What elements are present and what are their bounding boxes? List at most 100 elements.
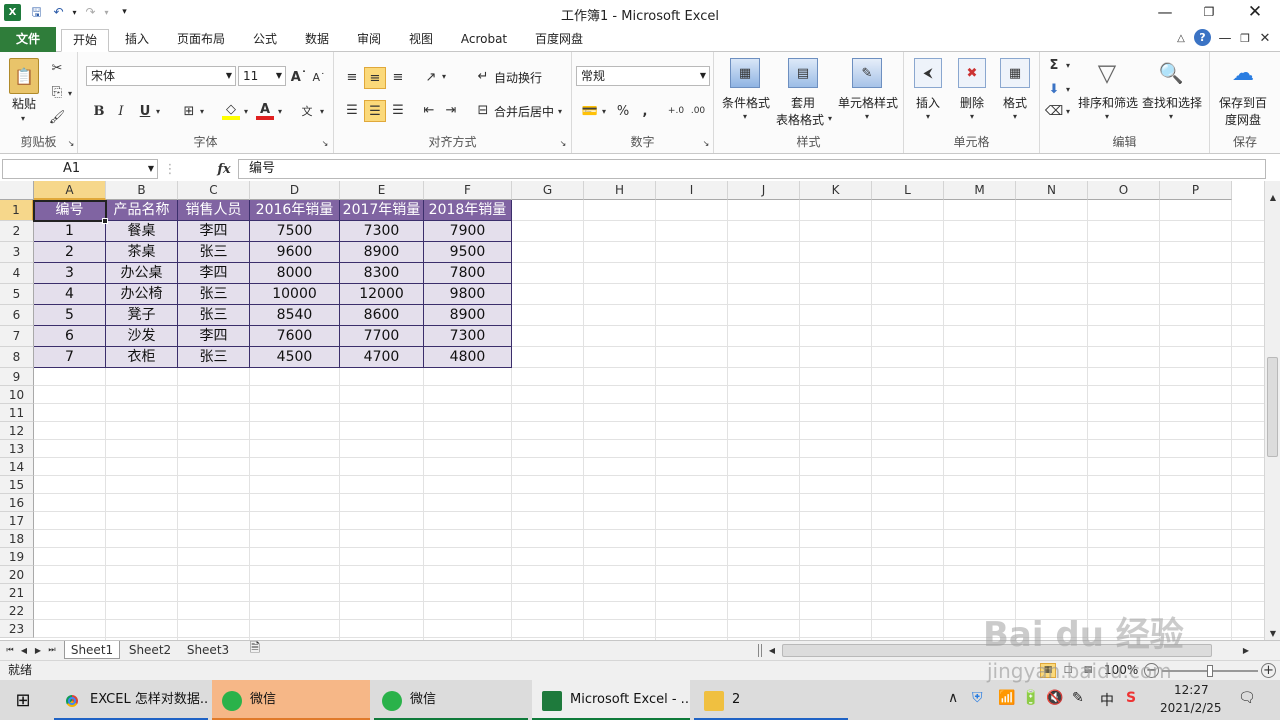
normal-view-icon[interactable]: ▦: [1040, 663, 1056, 678]
format-as-table-button-line1[interactable]: 套用: [784, 94, 822, 111]
row-header[interactable]: 7: [0, 326, 34, 347]
table-cell[interactable]: 9800: [424, 284, 512, 305]
table-cell[interactable]: 8600: [340, 305, 424, 326]
accounting-format-icon[interactable]: 💳: [580, 102, 600, 120]
cond-dropdown-icon[interactable]: ▾: [740, 110, 750, 122]
border-dropdown-icon[interactable]: ▾: [198, 104, 206, 118]
restore-button[interactable]: ❐: [1186, 0, 1232, 25]
format-dropdown-icon[interactable]: ▾: [1010, 110, 1020, 122]
font-name-select[interactable]: 宋体 ▼: [86, 66, 236, 86]
zoom-in-icon[interactable]: +: [1261, 663, 1276, 678]
table-cell[interactable]: 茶桌: [106, 242, 178, 263]
column-header[interactable]: O: [1088, 181, 1160, 200]
find-dropdown-icon[interactable]: ▾: [1166, 110, 1176, 122]
table-cell[interactable]: 10000: [250, 284, 340, 305]
sheet-tab-sheet1[interactable]: Sheet1: [64, 641, 120, 659]
sort-dropdown-icon[interactable]: ▾: [1102, 110, 1112, 122]
tab-data[interactable]: 数据: [296, 29, 338, 52]
column-header[interactable]: C: [178, 181, 250, 200]
sort-filter-icon[interactable]: ▽: [1092, 58, 1122, 88]
font-color-dropdown-icon[interactable]: ▾: [276, 104, 284, 118]
tab-page-layout[interactable]: 页面布局: [168, 29, 234, 52]
show-hidden-icons-icon[interactable]: ∧: [948, 690, 958, 706]
ribbon-minimize-icon[interactable]: △: [1174, 30, 1188, 46]
table-cell[interactable]: 餐桌: [106, 221, 178, 242]
table-cell[interactable]: 8000: [250, 263, 340, 284]
prev-sheet-icon[interactable]: ◀: [18, 643, 30, 657]
insert-dropdown-icon[interactable]: ▾: [923, 110, 933, 122]
shrink-font-icon[interactable]: A˙: [310, 68, 328, 86]
delete-cells-icon[interactable]: ✖: [958, 58, 986, 88]
name-box[interactable]: A1 ▼: [2, 159, 158, 179]
security-shield-icon[interactable]: ⛨: [972, 690, 983, 706]
row-header[interactable]: 4: [0, 263, 34, 284]
copy-icon[interactable]: ⎘: [49, 84, 65, 100]
first-sheet-icon[interactable]: ⏮: [4, 643, 16, 657]
table-cell[interactable]: 李四: [178, 326, 250, 347]
column-header[interactable]: L: [872, 181, 944, 200]
insert-cells-icon[interactable]: ⮜: [914, 58, 942, 88]
column-header[interactable]: J: [728, 181, 800, 200]
ime-indicator[interactable]: 中: [1100, 690, 1114, 710]
fill-dropdown-icon[interactable]: ▾: [1064, 82, 1072, 96]
paste-icon[interactable]: 📋: [9, 58, 39, 94]
taskbar-item-wechat-2[interactable]: 微信: [374, 680, 528, 720]
cut-icon[interactable]: ✂: [49, 60, 65, 76]
align-bottom-icon[interactable]: ≡: [388, 67, 408, 87]
row-header[interactable]: 22: [0, 602, 34, 620]
row-header[interactable]: 23: [0, 620, 34, 638]
table-cell[interactable]: 9600: [250, 242, 340, 263]
decrease-indent-icon[interactable]: ⇤: [420, 100, 438, 120]
cell-styles-button[interactable]: 单元格样式: [836, 94, 900, 111]
underline-icon[interactable]: U: [136, 102, 154, 120]
row-header[interactable]: 10: [0, 386, 34, 404]
tab-insert[interactable]: 插入: [115, 29, 159, 52]
align-left-icon[interactable]: ☰: [342, 100, 362, 120]
underline-dropdown-icon[interactable]: ▾: [154, 104, 162, 118]
table-header-cell[interactable]: 2018年销量: [424, 200, 512, 221]
delete-cells-button[interactable]: 删除: [954, 94, 990, 111]
scroll-up-icon[interactable]: ▲: [1266, 191, 1280, 203]
autosum-dropdown-icon[interactable]: ▾: [1064, 58, 1072, 72]
tab-review[interactable]: 审阅: [348, 29, 390, 52]
page-layout-view-icon[interactable]: □: [1060, 663, 1076, 678]
column-header[interactable]: G: [512, 181, 584, 200]
help-icon[interactable]: ?: [1194, 29, 1211, 46]
border-icon[interactable]: ⊞: [180, 102, 198, 120]
align-center-icon[interactable]: ☰: [364, 100, 386, 122]
format-cells-button[interactable]: 格式: [998, 94, 1032, 111]
column-header[interactable]: A: [34, 181, 106, 200]
fill-color-icon[interactable]: ◇: [222, 102, 240, 120]
row-header[interactable]: 1: [0, 200, 34, 221]
percent-icon[interactable]: %: [614, 102, 632, 120]
sheet-tab-sheet2[interactable]: Sheet2: [122, 641, 178, 659]
table-cell[interactable]: 7300: [424, 326, 512, 347]
fill-icon[interactable]: ⬇: [1046, 80, 1062, 98]
page-break-view-icon[interactable]: ▤: [1080, 663, 1096, 678]
sogou-icon[interactable]: S: [1126, 690, 1136, 706]
bold-icon[interactable]: B: [90, 102, 108, 120]
scroll-down-icon[interactable]: ▼: [1266, 627, 1280, 639]
italic-icon[interactable]: I: [112, 102, 130, 120]
zoom-slider-thumb[interactable]: [1207, 665, 1213, 677]
table-cell[interactable]: 2: [34, 242, 106, 263]
table-header-cell[interactable]: 销售人员: [178, 200, 250, 221]
increase-decimal-icon[interactable]: +.0: [666, 102, 686, 120]
format-painter-icon[interactable]: 🖌: [49, 109, 66, 125]
sort-filter-button[interactable]: 排序和筛选: [1076, 94, 1140, 111]
row-header[interactable]: 8: [0, 347, 34, 368]
table-cell[interactable]: 李四: [178, 221, 250, 242]
vertical-scrollbar[interactable]: ▲ ▼: [1264, 181, 1280, 640]
insert-sheet-icon[interactable]: 🗎: [244, 641, 266, 658]
table-cell[interactable]: 7700: [340, 326, 424, 347]
table-cell[interactable]: 张三: [178, 284, 250, 305]
row-header[interactable]: 11: [0, 404, 34, 422]
column-header[interactable]: M: [944, 181, 1016, 200]
wrap-text-button[interactable]: 自动换行: [494, 69, 542, 86]
column-header[interactable]: D: [250, 181, 340, 200]
last-sheet-icon[interactable]: ⏭: [46, 643, 58, 657]
column-header[interactable]: N: [1016, 181, 1088, 200]
align-middle-icon[interactable]: ≡: [364, 67, 386, 89]
row-header[interactable]: 21: [0, 584, 34, 602]
tab-view[interactable]: 视图: [400, 29, 442, 52]
